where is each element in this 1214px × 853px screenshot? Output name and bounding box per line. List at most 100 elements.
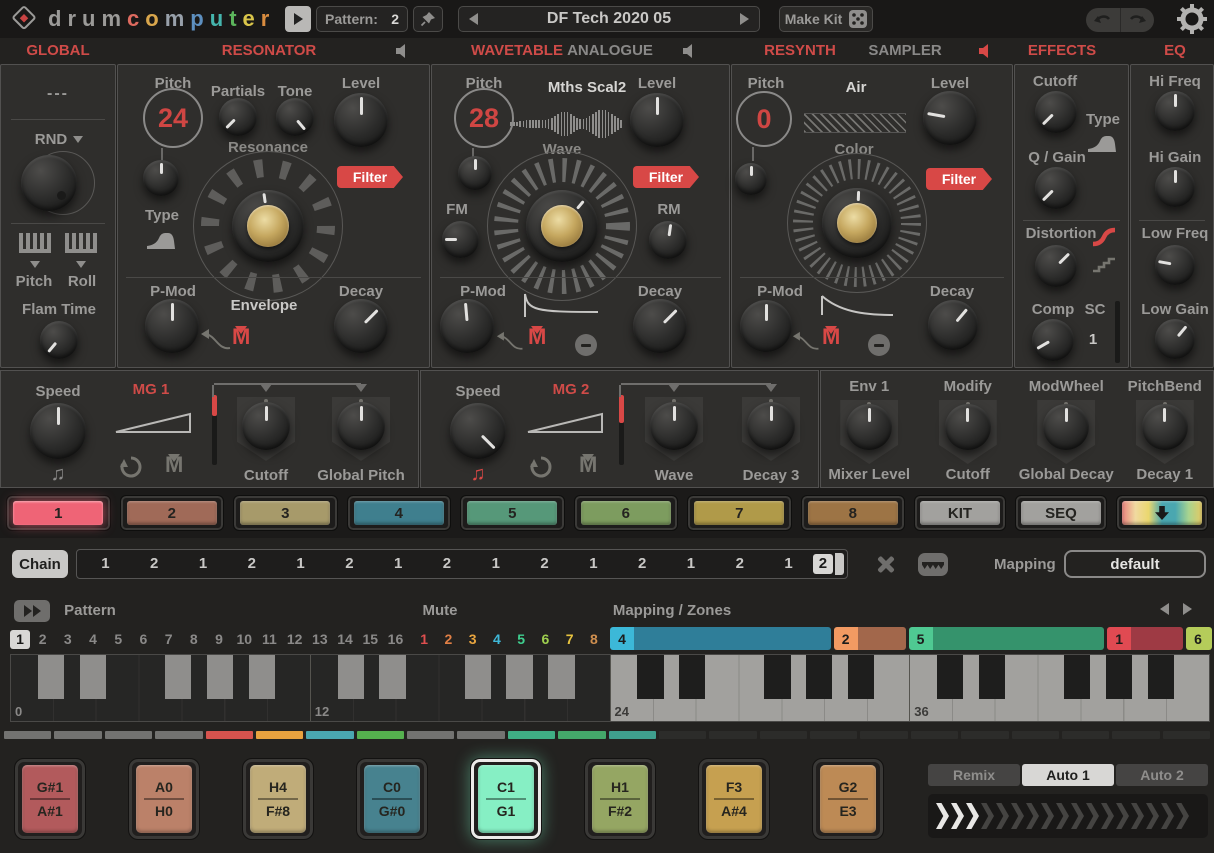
- pattern-step[interactable]: 13: [307, 630, 332, 649]
- pattern-step[interactable]: 7: [156, 630, 181, 649]
- clear-chain-icon[interactable]: [874, 552, 898, 576]
- chain-step[interactable]: 1: [179, 554, 228, 574]
- mg1-target2-knob[interactable]: [337, 402, 385, 450]
- mapping-zone[interactable]: 5: [909, 627, 1105, 650]
- mute-number[interactable]: 6: [533, 631, 557, 647]
- resynth-env-display[interactable]: [817, 291, 897, 319]
- wavetable-rm-knob[interactable]: [649, 221, 687, 259]
- wavetable-env-display[interactable]: [520, 291, 602, 319]
- mapping-select[interactable]: default: [1064, 550, 1206, 578]
- chain-step[interactable]: 1: [667, 554, 716, 574]
- bitcrush-stairs-icon[interactable]: [1091, 257, 1117, 273]
- pattern-step[interactable]: 6: [131, 630, 156, 649]
- mapping-zone[interactable]: 6: [1186, 627, 1212, 650]
- mapping-zone[interactable]: 1: [1107, 627, 1183, 650]
- fx-distortion-knob[interactable]: [1035, 245, 1077, 287]
- chain-step[interactable]: 2: [130, 554, 179, 574]
- resynth-minus-icon[interactable]: [868, 334, 890, 356]
- undo-button[interactable]: [1086, 8, 1120, 32]
- mg1-speed-knob[interactable]: [30, 403, 86, 459]
- drum-pad[interactable]: 2: [120, 495, 225, 531]
- resonator-type-icon[interactable]: [146, 230, 178, 250]
- chain-step[interactable]: 1: [569, 554, 618, 574]
- roll-dropdown-icon[interactable]: [76, 261, 86, 268]
- fx-cutoff-knob[interactable]: [1035, 91, 1077, 133]
- chain-step[interactable]: 2: [813, 554, 833, 574]
- pattern-step[interactable]: 12: [282, 630, 307, 649]
- wavetable-minus-icon[interactable]: [575, 334, 597, 356]
- chain-step[interactable]: 2: [715, 554, 764, 574]
- keyboard-octave[interactable]: 36: [909, 655, 1209, 721]
- mute-number[interactable]: 3: [461, 631, 485, 647]
- resynth-level-knob[interactable]: [923, 91, 977, 145]
- distortion-curve-icon[interactable]: [1091, 227, 1117, 247]
- auto2-button[interactable]: Auto 2: [1116, 764, 1208, 786]
- pattern-step[interactable]: 2: [30, 630, 55, 649]
- preset-name[interactable]: DF Tech 2020 05: [547, 10, 671, 28]
- tab-resonator[interactable]: RESONATOR: [222, 42, 316, 59]
- chain-step[interactable]: 2: [325, 554, 374, 574]
- keyboard-octave[interactable]: 24: [610, 655, 910, 721]
- eq-lowgain-knob[interactable]: [1155, 319, 1195, 359]
- resonator-pmod-knob[interactable]: [145, 299, 199, 353]
- zone-tab[interactable]: 5: [909, 627, 933, 650]
- note-pad[interactable]: H1 F#2: [584, 758, 656, 840]
- flam-time-knob[interactable]: [40, 321, 78, 359]
- chain-step[interactable]: 2: [423, 554, 472, 574]
- wavetable-waveform[interactable]: [510, 109, 622, 139]
- pin-button[interactable]: [413, 6, 443, 32]
- chain-step[interactable]: 2: [520, 554, 569, 574]
- tab-analogue[interactable]: ANALOGUE: [567, 42, 653, 59]
- chain-step[interactable]: 1: [374, 554, 423, 574]
- pattern-step[interactable]: 4: [80, 630, 105, 649]
- mg2-loop-icon[interactable]: [529, 455, 553, 479]
- auto1-button[interactable]: Auto 1: [1022, 764, 1114, 786]
- chain-step[interactable]: 1: [471, 554, 520, 574]
- mod-source-knob[interactable]: [846, 404, 892, 450]
- mod-source-knob[interactable]: [1142, 404, 1188, 450]
- seq-button[interactable]: SEQ: [1015, 495, 1107, 531]
- resynth-pitchmod-knob[interactable]: [735, 163, 767, 195]
- pattern-step[interactable]: 15: [358, 630, 383, 649]
- mapping-zone[interactable]: 4: [610, 627, 831, 650]
- pattern-selector[interactable]: Pattern: 2: [316, 6, 408, 32]
- pattern-step[interactable]: 5: [106, 630, 131, 649]
- pattern-step[interactable]: 9: [206, 630, 231, 649]
- pattern-link-icon[interactable]: [14, 600, 50, 622]
- mg2-target1-knob[interactable]: [650, 402, 698, 450]
- drum-pad[interactable]: 4: [347, 495, 452, 531]
- tab-resynth[interactable]: RESYNTH: [764, 42, 836, 59]
- pitch-dropdown-icon[interactable]: [30, 261, 40, 268]
- resynth-mg-icon[interactable]: M: [822, 327, 840, 347]
- drum-pad[interactable]: 7: [687, 495, 792, 531]
- mg2-target2-knob[interactable]: [747, 402, 795, 450]
- mute-number[interactable]: 7: [558, 631, 582, 647]
- wavetable-filter-button[interactable]: Filter: [633, 166, 699, 188]
- keyboard-octave[interactable]: 12: [310, 655, 610, 721]
- mute-number[interactable]: 2: [436, 631, 460, 647]
- resynth-pitch-display[interactable]: 0: [736, 91, 792, 147]
- mute-number[interactable]: 5: [509, 631, 533, 647]
- pattern-step[interactable]: 14: [332, 630, 357, 649]
- note-pad[interactable]: G2 E3: [812, 758, 884, 840]
- zone-tab[interactable]: 2: [834, 627, 858, 650]
- resonator-mg-icon[interactable]: M: [232, 327, 250, 347]
- note-pad[interactable]: A0 H0: [128, 758, 200, 840]
- random-knob[interactable]: [21, 155, 77, 211]
- make-kit-button[interactable]: Make Kit: [779, 6, 873, 32]
- chain-step[interactable]: 1: [81, 554, 130, 574]
- mute-number[interactable]: 4: [485, 631, 509, 647]
- zone-tab[interactable]: 1: [1107, 627, 1131, 650]
- chain-step[interactable]: 1: [276, 554, 325, 574]
- mg1-target1-knob[interactable]: [242, 402, 290, 450]
- zone-tab[interactable]: 4: [610, 627, 634, 650]
- color-knob[interactable]: [822, 188, 892, 258]
- monster-icon[interactable]: [918, 553, 948, 576]
- resynth-pmod-knob[interactable]: [740, 300, 792, 352]
- wavetable-fm-knob[interactable]: [442, 221, 479, 258]
- eq-higain-knob[interactable]: [1155, 167, 1195, 207]
- pattern-step[interactable]: 16: [383, 630, 408, 649]
- eq-hifreq-knob[interactable]: [1155, 91, 1195, 131]
- resonator-partials-knob[interactable]: [219, 98, 257, 136]
- tab-wavetable[interactable]: WAVETABLE: [471, 42, 563, 59]
